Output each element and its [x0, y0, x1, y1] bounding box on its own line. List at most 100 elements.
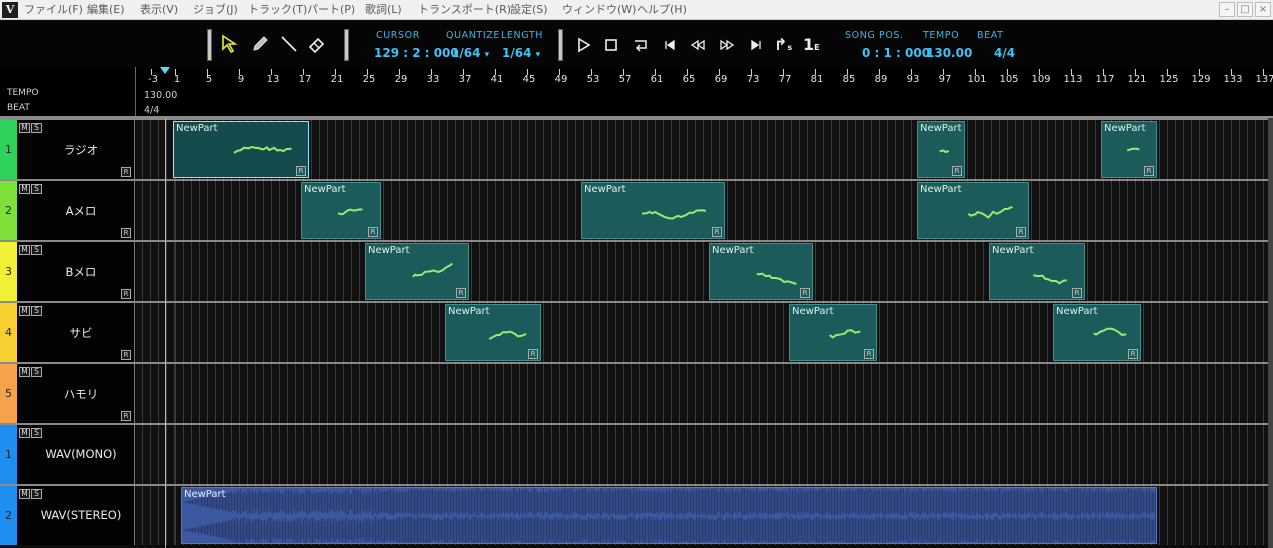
vocal-part[interactable]: NewPart R	[445, 304, 541, 361]
vocal-part[interactable]: NewPart R	[173, 121, 309, 178]
track-number[interactable]: 1	[0, 120, 17, 179]
loop-icon[interactable]	[631, 35, 651, 55]
tempo-value-marker[interactable]: 130.00	[144, 90, 177, 101]
tempo-value[interactable]: 130.00	[926, 46, 972, 60]
beat-value-marker[interactable]: 4/4	[144, 105, 159, 116]
vocal-part[interactable]: NewPart R	[1101, 121, 1157, 178]
track-lane[interactable]: NewPart R NewPart R NewPart R	[136, 181, 1273, 240]
track-number[interactable]: 3	[0, 242, 17, 301]
menu-item[interactable]: 設定(S)	[510, 0, 548, 20]
vocal-part[interactable]: NewPart R	[365, 243, 469, 300]
vocal-part[interactable]: NewPart R	[917, 182, 1029, 239]
record-badge[interactable]: R	[1016, 227, 1026, 237]
menu-item[interactable]: ウィンドウ(W)	[562, 0, 636, 20]
track-header[interactable]: M S WAV(STEREO)	[17, 486, 135, 545]
quantize-select[interactable]: 1/64 ▾	[451, 46, 489, 60]
track-number[interactable]: 1	[0, 425, 17, 484]
record-badge[interactable]: R	[121, 411, 131, 421]
solo-button[interactable]: S	[31, 245, 42, 255]
record-badge[interactable]: R	[121, 350, 131, 360]
start-marker-icon[interactable]: ↱s	[774, 35, 794, 55]
record-badge[interactable]: R	[121, 289, 131, 299]
app-logo-icon[interactable]: V	[2, 2, 18, 18]
record-badge[interactable]: R	[1144, 166, 1154, 176]
solo-button[interactable]: S	[31, 306, 42, 316]
menu-item[interactable]: 表示(V)	[140, 0, 178, 20]
record-badge[interactable]: R	[1128, 349, 1138, 359]
menu-item[interactable]: トラック(T)	[248, 0, 307, 20]
vocal-part[interactable]: NewPart R	[301, 182, 381, 239]
track-header[interactable]: M S Bメロ R	[17, 242, 135, 301]
solo-button[interactable]: S	[31, 184, 42, 194]
solo-button[interactable]: S	[31, 428, 42, 438]
stop-icon[interactable]	[601, 35, 621, 55]
mute-button[interactable]: M	[19, 489, 30, 499]
vocal-part[interactable]: NewPart R	[917, 121, 965, 178]
track-lane[interactable]	[136, 364, 1273, 423]
track-number[interactable]: 4	[0, 303, 17, 362]
vocal-part[interactable]: NewPart R	[1053, 304, 1141, 361]
vocal-part[interactable]: NewPart R	[789, 304, 877, 361]
track-lane[interactable]: NewPart	[136, 486, 1273, 545]
track-number[interactable]: 5	[0, 364, 17, 423]
mute-button[interactable]: M	[19, 123, 30, 133]
close-button[interactable]: ×	[1255, 2, 1271, 17]
record-badge[interactable]: R	[712, 227, 722, 237]
record-badge[interactable]: R	[368, 227, 378, 237]
timeline-ruler[interactable]: TEMPO BEAT -3 1 5 9 13 17 21 25 29 33 37 41 45 49 53 57…	[0, 67, 1273, 118]
track-lane[interactable]	[136, 425, 1273, 484]
mute-button[interactable]: M	[19, 428, 30, 438]
select-arrow-icon[interactable]	[219, 33, 241, 55]
vocal-part[interactable]: NewPart R	[989, 243, 1085, 300]
record-badge[interactable]: R	[121, 167, 131, 177]
solo-button[interactable]: S	[31, 123, 42, 133]
track-header[interactable]: M S ラジオ R	[17, 120, 135, 179]
record-badge[interactable]: R	[864, 349, 874, 359]
rewind-icon[interactable]	[688, 35, 708, 55]
pencil-icon[interactable]	[249, 33, 271, 55]
mute-button[interactable]: M	[19, 306, 30, 316]
length-select[interactable]: 1/64 ▾	[502, 46, 540, 60]
fast-forward-icon[interactable]	[717, 35, 737, 55]
track-lane[interactable]: NewPart R NewPart R NewPart R	[136, 120, 1273, 179]
track-header[interactable]: M S サビ R	[17, 303, 135, 362]
record-badge[interactable]: R	[1072, 288, 1082, 298]
end-marker-icon[interactable]: 1E	[803, 35, 823, 55]
record-badge[interactable]: R	[456, 288, 466, 298]
track-header[interactable]: M S ハモリ R	[17, 364, 135, 423]
track-lane[interactable]: NewPart R NewPart R NewPart R	[136, 242, 1273, 301]
track-number[interactable]: 2	[0, 486, 17, 545]
menu-item[interactable]: 編集(E)	[87, 0, 125, 20]
vocal-part[interactable]: NewPart R	[581, 182, 725, 239]
vocal-part[interactable]: NewPart R	[709, 243, 813, 300]
eraser-icon[interactable]	[306, 33, 328, 55]
track-header[interactable]: M S WAV(MONO)	[17, 425, 135, 484]
go-to-start-icon[interactable]	[660, 35, 680, 55]
menu-item[interactable]: 歌詞(L)	[365, 0, 402, 20]
track-number[interactable]: 2	[0, 181, 17, 240]
minimize-button[interactable]: –	[1219, 2, 1235, 17]
record-badge[interactable]: R	[800, 288, 810, 298]
record-badge[interactable]: R	[121, 228, 131, 238]
menu-item[interactable]: ヘルプ(H)	[637, 0, 687, 20]
audio-part[interactable]: NewPart	[181, 487, 1157, 544]
solo-button[interactable]: S	[31, 489, 42, 499]
track-lane[interactable]: NewPart R NewPart R NewPart R	[136, 303, 1273, 362]
beat-value[interactable]: 4/4	[994, 46, 1015, 60]
menu-item[interactable]: ジョブ(J)	[193, 0, 238, 20]
mute-button[interactable]: M	[19, 245, 30, 255]
vertical-scrollbar[interactable]	[1268, 118, 1273, 548]
go-to-end-icon[interactable]	[746, 35, 766, 55]
solo-button[interactable]: S	[31, 367, 42, 377]
mute-button[interactable]: M	[19, 184, 30, 194]
record-badge[interactable]: R	[528, 349, 538, 359]
play-icon[interactable]	[574, 35, 594, 55]
mute-button[interactable]: M	[19, 367, 30, 377]
playhead-marker-icon[interactable]	[160, 67, 170, 75]
record-badge[interactable]: R	[296, 166, 306, 176]
toolbar-grip-icon[interactable]	[207, 29, 212, 61]
menu-item[interactable]: ファイル(F)	[24, 0, 83, 20]
track-header[interactable]: M S Aメロ R	[17, 181, 135, 240]
menu-item[interactable]: トランスポート(R)	[418, 0, 511, 20]
maximize-button[interactable]: □	[1237, 2, 1253, 17]
